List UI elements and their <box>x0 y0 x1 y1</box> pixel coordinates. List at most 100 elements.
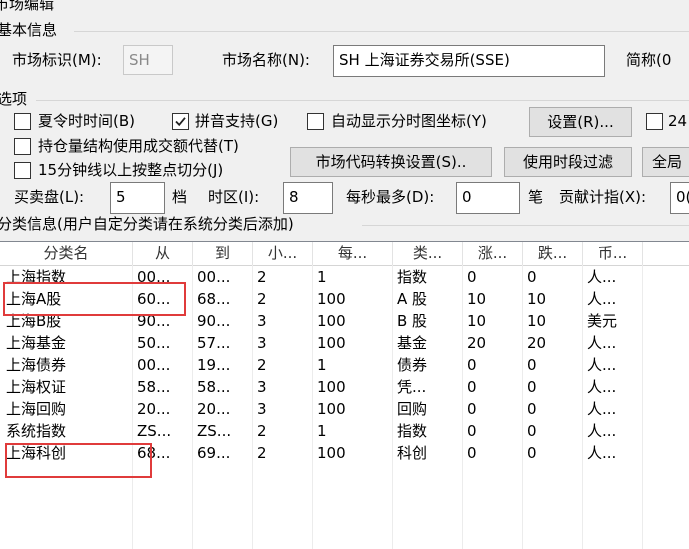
table-cell: 0 <box>523 266 583 288</box>
bidask-field[interactable]: 5 <box>110 182 165 214</box>
table-row[interactable]: 上海回购 20... 20... 3 100 回购 0 0 人... <box>0 398 689 420</box>
table-cell: 100 <box>313 310 393 332</box>
table-cell: 人... <box>583 288 643 310</box>
table-cell: 人... <box>583 398 643 420</box>
market-name-field[interactable]: SH 上海证券交易所(SSE) <box>333 45 605 77</box>
auto-coord-label: 自动显示分时图坐标(Y) <box>331 112 487 130</box>
table-cell: 100 <box>313 332 393 354</box>
table-cell: B 股 <box>393 310 463 332</box>
h24-label: 24 <box>668 112 688 130</box>
table-cell: 上海回购 <box>0 398 133 420</box>
global-button[interactable]: 全局 <box>642 147 689 177</box>
code-convert-button[interactable]: 市场代码转换设置(S).. <box>290 147 492 177</box>
table-cell: 19... <box>193 354 253 376</box>
table-cell: 上海权证 <box>0 376 133 398</box>
table-cell: 2 <box>253 354 313 376</box>
column-header[interactable]: 跌... <box>523 242 583 265</box>
table-cell: 2 <box>253 266 313 288</box>
filter-button[interactable]: 使用时段过滤 <box>504 147 632 177</box>
column-header[interactable]: 小... <box>253 242 313 265</box>
column-header[interactable]: 到 <box>193 242 253 265</box>
maxpersec-label: 每秒最多(D): <box>346 188 435 206</box>
table-row[interactable]: 系统指数 ZS... ZS... 2 1 指数 0 0 人... <box>0 420 689 442</box>
table-cell: 美元 <box>583 310 643 332</box>
pinyin-checkbox[interactable] <box>172 113 189 130</box>
basic-section-title: 基本信息 <box>0 21 58 39</box>
table-cell: 人... <box>583 420 643 442</box>
table-cell: 0 <box>523 420 583 442</box>
table-cell: 3 <box>253 332 313 354</box>
table-cell: 3 <box>253 398 313 420</box>
market-id-label: 市场标识(M): <box>12 51 102 69</box>
table-cell: 58... <box>133 376 193 398</box>
timezone-field[interactable]: 8 <box>283 182 333 214</box>
column-header[interactable]: 分类名 <box>0 242 133 265</box>
table-cell: 基金 <box>393 332 463 354</box>
dst-checkbox[interactable] <box>14 113 31 130</box>
basic-section-divider <box>74 31 689 32</box>
table-cell: 0 <box>463 398 523 420</box>
table-cell: 00... <box>133 354 193 376</box>
table-cell: 0 <box>463 376 523 398</box>
market-id-field[interactable]: SH <box>123 45 173 75</box>
category-section-title: 分类信息(用户自定分类请在系统分类后添加) <box>0 215 294 233</box>
table-cell: 100 <box>313 288 393 310</box>
table-cell: 上海债券 <box>0 354 133 376</box>
table-header: 分类名 从 到 小... 每... 类... 涨... 跌... 币... <box>0 242 689 266</box>
maxpersec-field[interactable]: 0 <box>456 182 520 214</box>
position-checkbox[interactable] <box>14 138 31 155</box>
table-cell: 凭... <box>393 376 463 398</box>
table-cell: 100 <box>313 442 393 464</box>
window-title: 市场编辑 <box>0 0 55 13</box>
table-cell: 人... <box>583 376 643 398</box>
column-header[interactable]: 类... <box>393 242 463 265</box>
column-header[interactable]: 涨... <box>463 242 523 265</box>
table-cell: 1 <box>313 266 393 288</box>
table-cell: 90... <box>193 310 253 332</box>
bidask-label: 买卖盘(L): <box>14 188 85 206</box>
table-cell: 1 <box>313 420 393 442</box>
table-cell: A 股 <box>393 288 463 310</box>
contrib-label: 贡献计指(X): <box>559 188 647 206</box>
min15-checkbox[interactable] <box>14 162 31 179</box>
table-cell: 0 <box>523 354 583 376</box>
table-cell: 10 <box>523 310 583 332</box>
table-cell: 58... <box>193 376 253 398</box>
h24-checkbox[interactable] <box>646 113 663 130</box>
bidask-unit: 档 <box>172 188 188 206</box>
table-cell: 20 <box>523 332 583 354</box>
table-cell: 57... <box>193 332 253 354</box>
table-cell: 2 <box>253 442 313 464</box>
table-cell: 69... <box>193 442 253 464</box>
table-row[interactable]: 上海基金 50... 57... 3 100 基金 20 20 人... <box>0 332 689 354</box>
table-cell: 100 <box>313 376 393 398</box>
category-section-divider <box>362 225 689 226</box>
highlight-box-star-market <box>5 443 152 478</box>
column-header[interactable]: 从 <box>133 242 193 265</box>
timezone-label: 时区(I): <box>208 188 260 206</box>
category-table[interactable]: 分类名 从 到 小... 每... 类... 涨... 跌... 币... 上海… <box>0 241 689 549</box>
settings-button[interactable]: 设置(R)... <box>529 107 632 137</box>
table-cell: 人... <box>583 266 643 288</box>
options-section-title: 选项 <box>0 90 28 108</box>
table-cell: 10 <box>463 310 523 332</box>
column-header[interactable]: 每... <box>313 242 393 265</box>
table-cell: 0 <box>463 266 523 288</box>
position-label: 持仓量结构使用成交额代替(T) <box>38 137 239 155</box>
table-cell: 人... <box>583 332 643 354</box>
short-name-label: 简称(0 <box>626 51 672 69</box>
table-cell: 20... <box>133 398 193 420</box>
table-cell: ZS... <box>193 420 253 442</box>
table-cell: 指数 <box>393 266 463 288</box>
table-row[interactable]: 上海债券 00... 19... 2 1 债券 0 0 人... <box>0 354 689 376</box>
contrib-field[interactable]: 0( <box>670 182 689 214</box>
pinyin-label: 拼音支持(G) <box>195 112 279 130</box>
table-cell: 债券 <box>393 354 463 376</box>
table-cell: 50... <box>133 332 193 354</box>
table-row[interactable]: 上海权证 58... 58... 3 100 凭... 0 0 人... <box>0 376 689 398</box>
table-cell: 10 <box>463 288 523 310</box>
table-cell: 3 <box>253 376 313 398</box>
column-header[interactable]: 币... <box>583 242 643 265</box>
auto-coord-checkbox[interactable] <box>307 113 324 130</box>
min15-label: 15分钟线以上按整点切分(J) <box>38 161 224 179</box>
